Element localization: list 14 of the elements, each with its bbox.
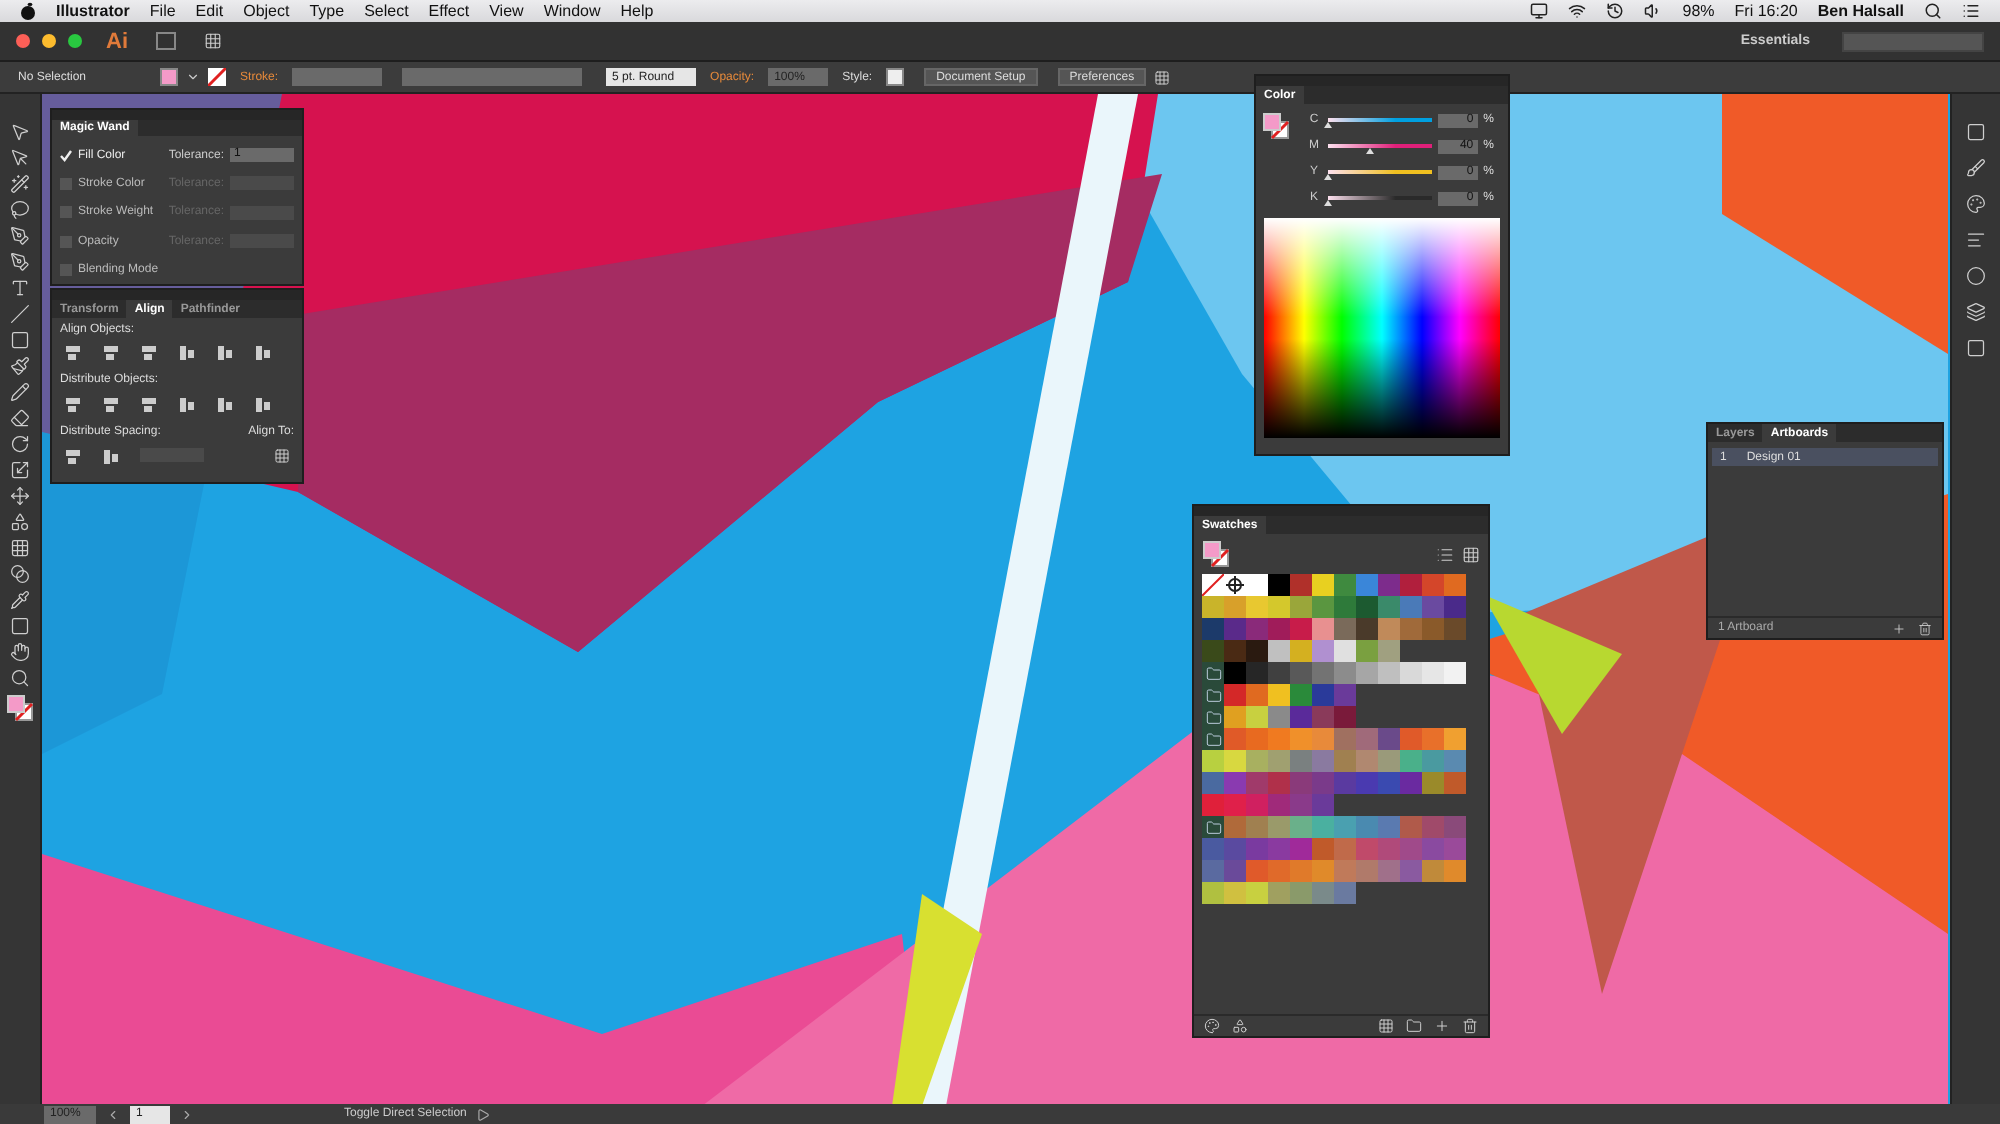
menu-item[interactable]: Type — [309, 2, 345, 20]
menu-item[interactable]: View — [489, 2, 524, 20]
clock[interactable]: Fri 16:20 — [1734, 2, 1798, 20]
app-menu[interactable]: Illustrator — [56, 2, 130, 20]
app-logo: Ai — [106, 29, 128, 53]
menu-item[interactable]: File — [149, 2, 176, 20]
user-name[interactable]: Ben Halsall — [1817, 2, 1904, 20]
menu-item[interactable]: Select — [364, 2, 409, 20]
menu-item[interactable]: Effect — [428, 2, 470, 20]
battery-percent[interactable]: 98% — [1682, 2, 1715, 20]
menu-item[interactable]: Object — [243, 2, 290, 20]
menu-item[interactable]: Window — [543, 2, 601, 20]
menu-item[interactable]: Help — [620, 2, 654, 20]
menu-item[interactable]: Edit — [195, 2, 224, 20]
